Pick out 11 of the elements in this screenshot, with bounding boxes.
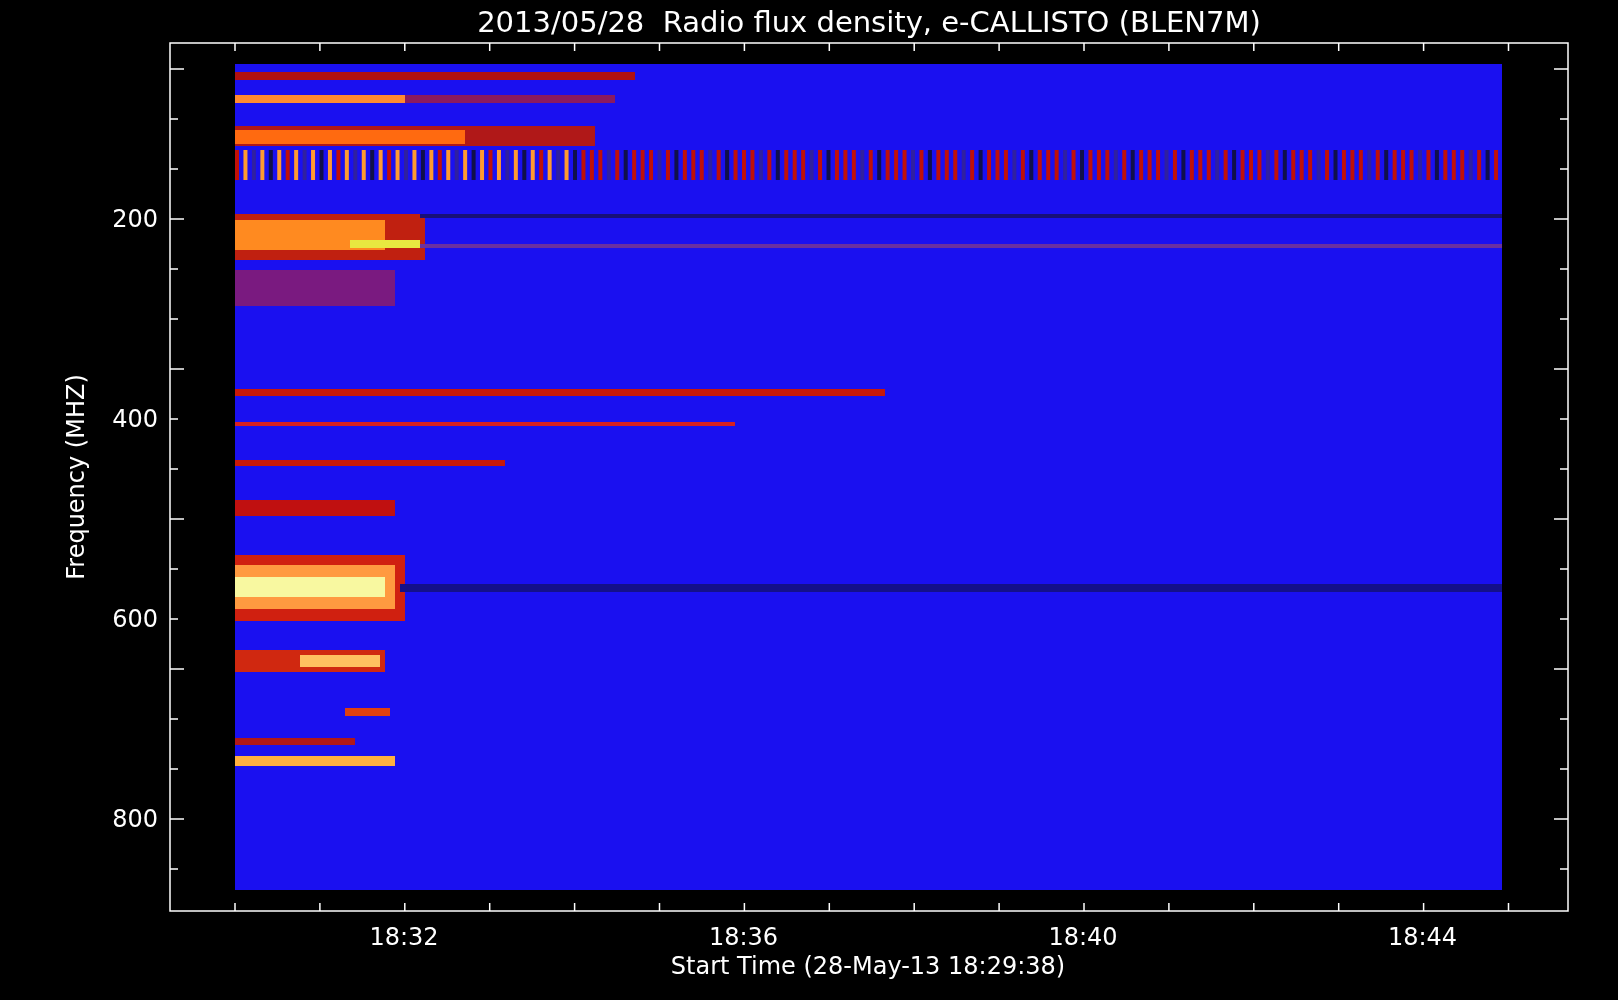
y-axis-label: Frequency (MHZ) xyxy=(62,374,90,580)
x-tick-label: 18:32 xyxy=(369,923,439,951)
x-tick-label: 18:36 xyxy=(708,923,779,951)
y-tick-label: 600 xyxy=(112,605,158,633)
x-axis-label: Start Time (28-May-13 18:29:38) xyxy=(670,952,1066,980)
x-tick-label: 18:40 xyxy=(1048,923,1118,951)
y-tick-label: 400 xyxy=(112,405,158,433)
chart-title: 2013/05/28 Radio flux density, e-CALLISTO (BLEN7M) xyxy=(477,5,1261,39)
x-tick-label: 18:44 xyxy=(1387,923,1458,951)
y-tick-label: 800 xyxy=(112,805,158,833)
y-tick-label: 200 xyxy=(112,205,158,233)
